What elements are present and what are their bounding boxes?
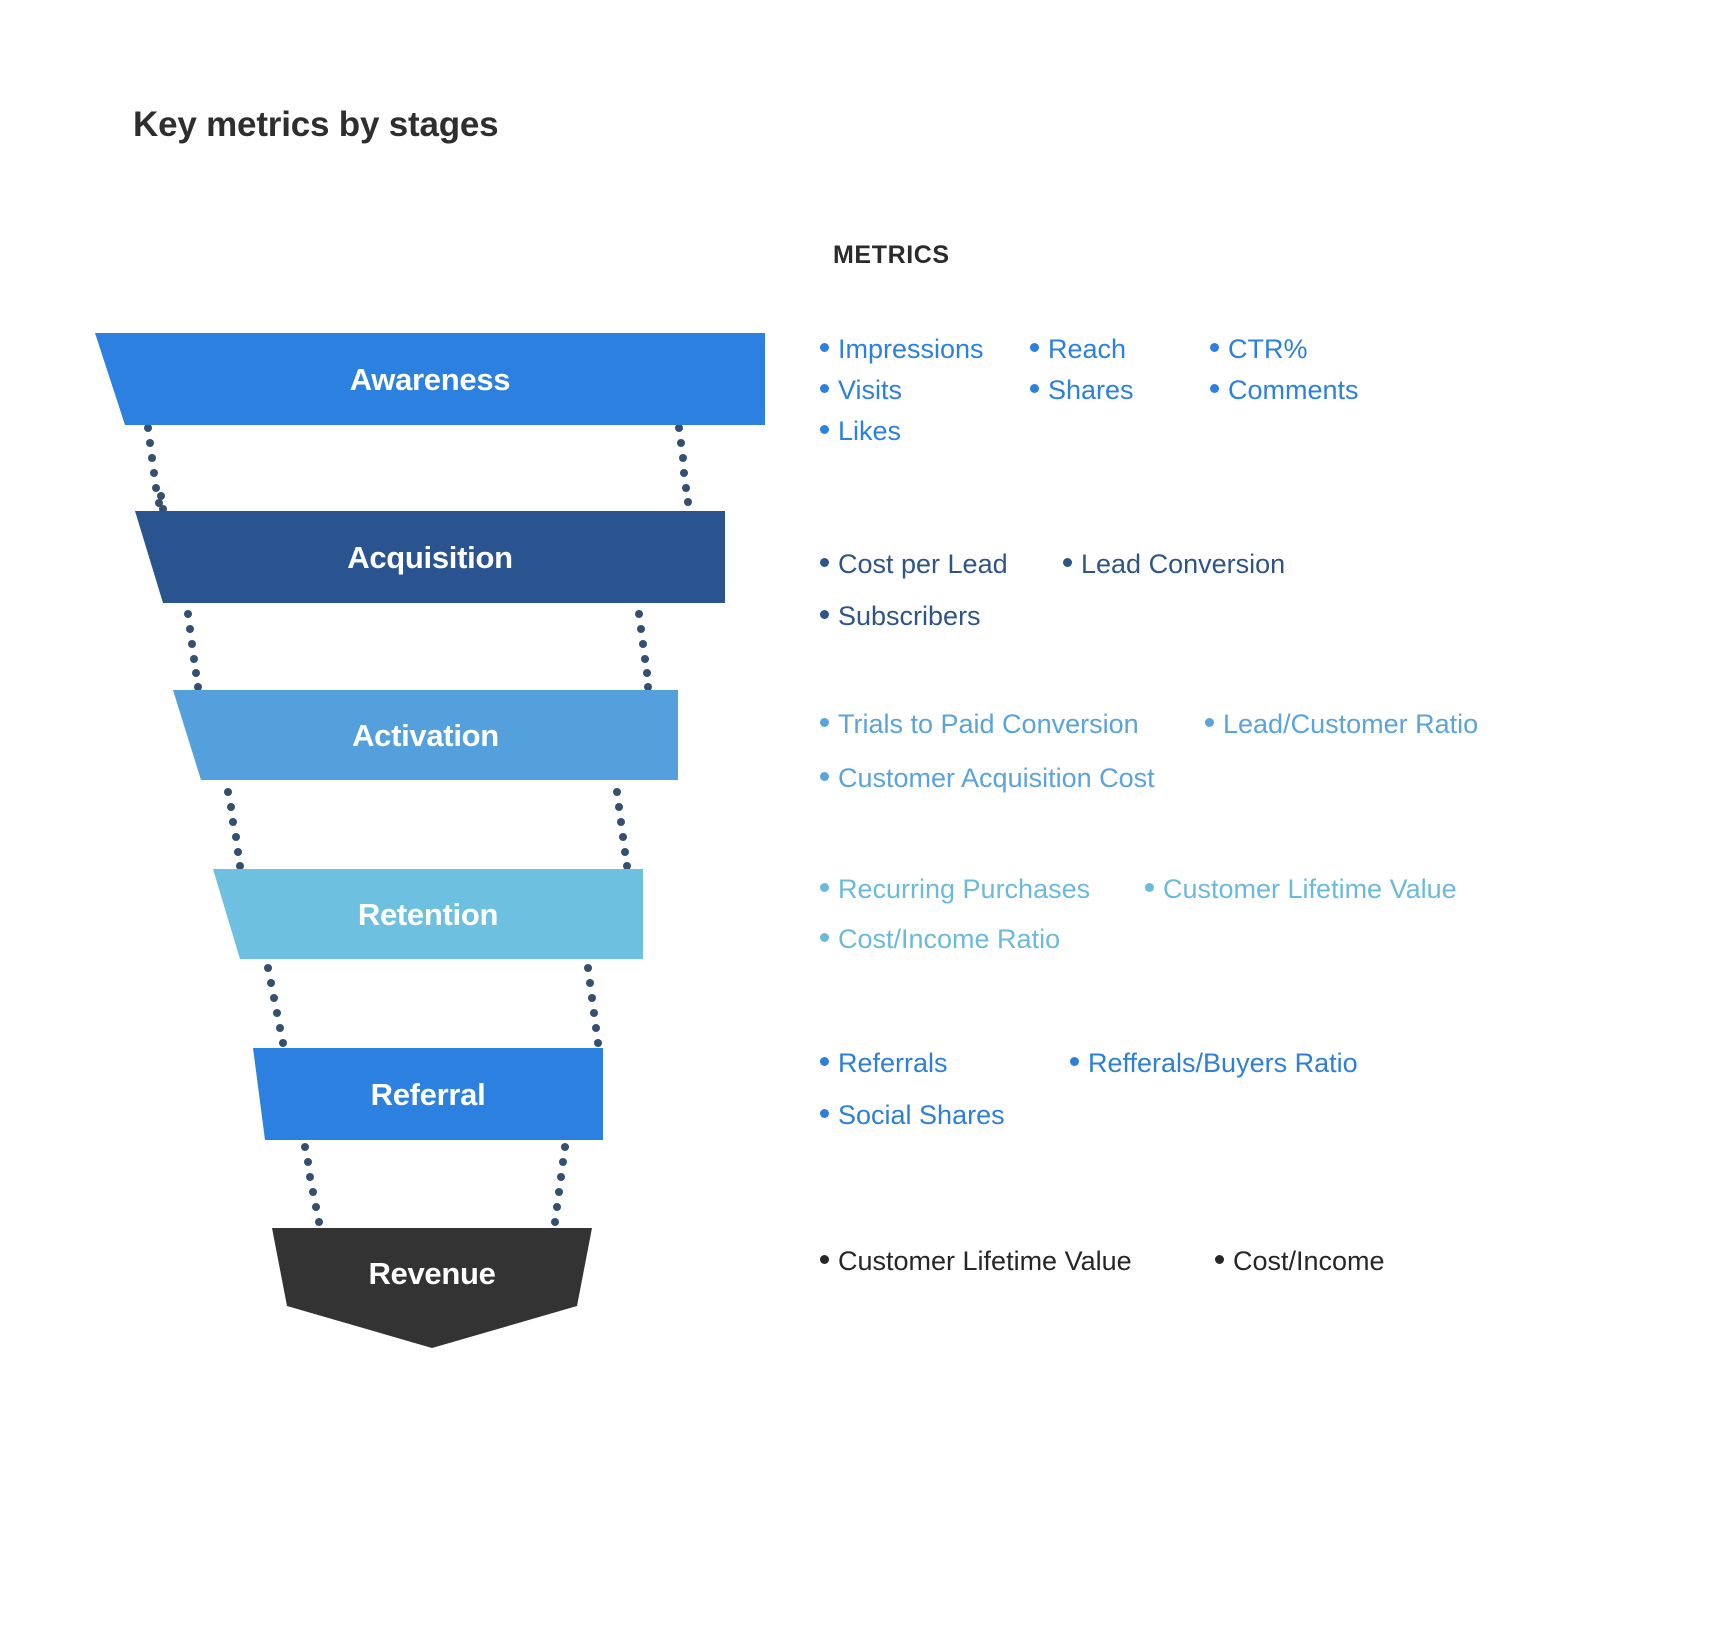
metrics-group-activation: Trials to Paid Conversion Lead/Customer … [820,708,1735,803]
bullet-icon [820,718,829,727]
metrics-row: Social Shares [820,1099,1735,1133]
metric-item[interactable]: Comments [1210,374,1359,408]
metrics-row: Subscribers [820,600,1735,634]
funnel-shape-referral [253,1048,603,1140]
funnel-stage-referral[interactable]: Referral [253,1048,603,1140]
bullet-icon [820,343,829,352]
bullet-icon [820,609,829,619]
metrics-row: Referrals Refferals/Buyers Ratio [820,1047,1735,1081]
funnel-shape-retention [213,869,643,959]
metric-item[interactable]: Customer Lifetime Value [1145,873,1457,907]
metric-item[interactable]: Social Shares [820,1099,1005,1133]
metrics-row: Customer Lifetime Value Cost/Income [820,1245,1735,1279]
bullet-icon [820,883,829,892]
bullet-icon [820,424,829,434]
metrics-group-revenue: Customer Lifetime Value Cost/Income [820,1245,1735,1286]
metric-item[interactable]: Visits [820,374,1030,408]
metrics-row: Customer Acquisition Cost [820,762,1735,796]
funnel-stage-activation[interactable]: Activation [173,690,678,780]
funnel-stage-retention[interactable]: Retention [213,869,643,959]
metrics-row: Cost/Income Ratio [820,923,1735,957]
metrics-row: Recurring Purchases Customer Lifetime Va… [820,873,1735,907]
metrics-group-referral: Referrals Refferals/Buyers Ratio Social … [820,1047,1735,1140]
bullet-icon [1210,343,1219,352]
metric-item[interactable]: Impressions [820,333,1030,367]
metrics-group-acquisition: Cost per Lead Lead Conversion Subscriber… [820,548,1735,641]
metrics-row: Cost per Lead Lead Conversion [820,548,1735,582]
metrics-row: Impressions Reach CTR% [820,333,1735,367]
metrics-row: Trials to Paid Conversion Lead/Customer … [820,708,1735,742]
metric-item[interactable]: Lead/Customer Ratio [1205,708,1478,742]
metric-item[interactable]: Referrals [820,1047,1070,1081]
bullet-icon [820,558,829,567]
bullet-icon [1070,1057,1079,1066]
metrics-row: Likes [820,415,1735,449]
metric-item[interactable]: Recurring Purchases [820,873,1145,907]
funnel-stage-revenue[interactable]: Revenue [272,1228,592,1348]
metric-item[interactable]: Lead Conversion [1063,548,1285,582]
funnel-stage-awareness[interactable]: Awareness [95,333,765,425]
metrics-group-awareness: Impressions Reach CTR% Visits Shares Com… [820,333,1735,455]
bullet-icon [1030,383,1039,393]
bullet-icon [1215,1255,1224,1264]
metric-item[interactable]: Trials to Paid Conversion [820,708,1205,742]
bullet-icon [1205,718,1214,727]
funnel-connectors [144,424,692,1226]
metric-item[interactable]: Customer Acquisition Cost [820,762,1155,796]
bullet-icon [820,1108,829,1118]
metric-item[interactable]: Cost/Income [1215,1245,1385,1279]
metric-item[interactable]: Shares [1030,374,1210,408]
metric-item[interactable]: Customer Lifetime Value [820,1245,1215,1279]
funnel-shape-activation [173,690,678,780]
metric-item[interactable]: Likes [820,415,901,449]
funnel-diagram: Awareness Acquisition Activation Retenti… [0,0,820,1636]
funnel-shape-revenue [272,1228,592,1348]
metric-item[interactable]: CTR% [1210,333,1308,367]
metric-item[interactable]: Cost per Lead [820,548,1063,582]
metrics-group-retention: Recurring Purchases Customer Lifetime Va… [820,873,1735,964]
bullet-icon [1030,343,1039,352]
bullet-icon [1063,558,1072,567]
metric-item[interactable]: Cost/Income Ratio [820,923,1060,957]
funnel-shape-acquisition [135,511,725,603]
bullet-icon [820,932,829,942]
bullet-icon [820,771,829,781]
bullet-icon [820,1255,829,1264]
metric-item[interactable]: Reach [1030,333,1210,367]
funnel-stage-acquisition[interactable]: Acquisition [135,511,725,603]
bullet-icon [1145,883,1154,892]
bullet-icon [1210,383,1219,393]
metric-item[interactable]: Refferals/Buyers Ratio [1070,1047,1358,1081]
metrics-panel: Impressions Reach CTR% Visits Shares Com… [810,0,1735,1636]
bullet-icon [820,1057,829,1066]
metric-item[interactable]: Subscribers [820,600,981,634]
bullet-icon [820,383,829,393]
funnel-shape-awareness [95,333,765,425]
metrics-row: Visits Shares Comments [820,374,1735,408]
